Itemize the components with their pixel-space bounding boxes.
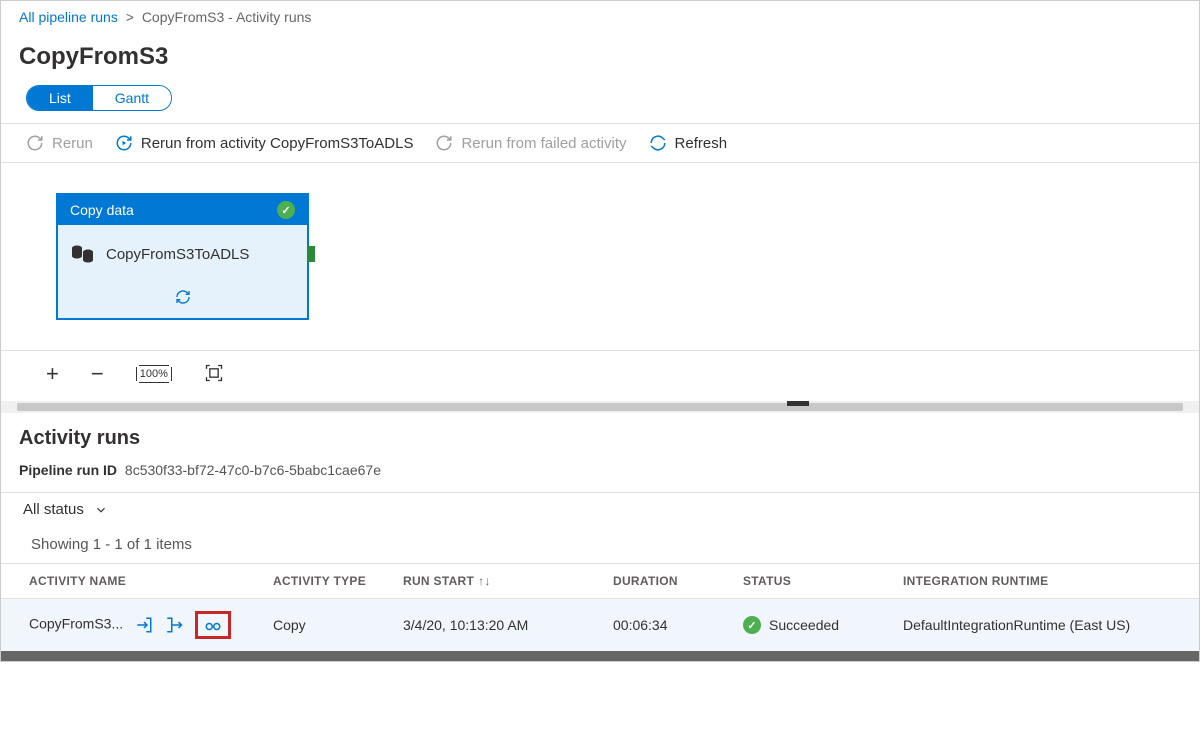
activity-card-header: Copy data ✓ xyxy=(58,195,307,225)
col-activity-type[interactable]: ACTIVITY TYPE xyxy=(261,564,391,599)
activity-card-body: CopyFromS3ToADLS xyxy=(58,225,307,283)
status-success-icon: ✓ xyxy=(743,616,761,634)
zoom-out-button[interactable]: − xyxy=(91,361,104,387)
col-activity-name[interactable]: ACTIVITY NAME xyxy=(1,564,261,599)
activity-name-text: CopyFromS3... xyxy=(29,616,123,632)
page-title: CopyFromS3 xyxy=(1,33,1199,85)
zoom-fit-button[interactable] xyxy=(204,363,224,386)
table-row[interactable]: CopyFromS3... Copy 3/4/20, 10:13:20 AM 0… xyxy=(1,599,1199,652)
rerun-failed-icon xyxy=(435,134,453,152)
status-filter-label: All status xyxy=(23,501,84,518)
breadcrumb-current: CopyFromS3 - Activity runs xyxy=(142,9,312,25)
rerun-icon xyxy=(26,134,44,152)
refresh-icon xyxy=(649,134,667,152)
view-toggle-list[interactable]: List xyxy=(27,86,93,110)
activity-card[interactable]: Copy data ✓ CopyFromS3ToADLS xyxy=(56,193,309,320)
rerun-label: Rerun xyxy=(52,135,93,152)
view-toggle-gantt[interactable]: Gantt xyxy=(93,86,171,110)
activity-type-label: Copy data xyxy=(70,202,134,218)
refresh-button[interactable]: Refresh xyxy=(649,134,728,152)
toolbar: Rerun Rerun from activity CopyFromS3ToAD… xyxy=(1,123,1199,163)
rerun-failed-label: Rerun from failed activity xyxy=(461,135,626,152)
cell-run-start: 3/4/20, 10:13:20 AM xyxy=(391,599,601,652)
run-id-value: 8c530f33-bf72-47c0-b7c6-5babc1cae67e xyxy=(125,462,381,478)
rerun-from-label: Rerun from activity CopyFromS3ToADLS xyxy=(141,135,414,152)
breadcrumb-separator: > xyxy=(126,9,134,25)
col-integration-runtime[interactable]: INTEGRATION RUNTIME xyxy=(891,564,1199,599)
table-scrollbar[interactable] xyxy=(1,651,1199,661)
output-icon[interactable] xyxy=(165,616,183,634)
chevron-down-icon xyxy=(94,503,108,517)
rerun-button: Rerun xyxy=(26,134,93,152)
cell-integration-runtime: DefaultIntegrationRuntime (East US) xyxy=(891,599,1199,652)
zoom-reset-button[interactable]: 100% xyxy=(136,367,172,381)
table-header-row: ACTIVITY NAME ACTIVITY TYPE RUN START↑↓ … xyxy=(1,564,1199,599)
pipeline-canvas[interactable]: Copy data ✓ CopyFromS3ToADLS xyxy=(1,163,1199,351)
activity-runs-table: ACTIVITY NAME ACTIVITY TYPE RUN START↑↓ … xyxy=(1,563,1199,651)
activity-runs-heading: Activity runs xyxy=(1,413,1199,458)
items-count: Showing 1 - 1 of 1 items xyxy=(1,526,1199,563)
recycle-icon[interactable] xyxy=(173,289,193,305)
view-toggle: List Gantt xyxy=(26,85,172,111)
database-copy-icon xyxy=(70,243,96,265)
pipeline-run-id: Pipeline run ID 8c530f33-bf72-47c0-b7c6-… xyxy=(1,458,1199,492)
run-id-label: Pipeline run ID xyxy=(19,462,117,478)
zoom-controls: + − 100% xyxy=(1,351,1199,401)
zoom-in-button[interactable]: + xyxy=(46,361,59,387)
col-duration[interactable]: DURATION xyxy=(601,564,731,599)
input-icon[interactable] xyxy=(135,616,153,634)
breadcrumb-root[interactable]: All pipeline runs xyxy=(19,9,118,25)
filter-row: All status xyxy=(1,492,1199,526)
canvas-scrollbar[interactable] xyxy=(1,401,1199,413)
rerun-from-icon xyxy=(115,134,133,152)
cell-status: ✓ Succeeded xyxy=(731,599,891,652)
cell-activity-type: Copy xyxy=(261,599,391,652)
glasses-icon xyxy=(204,616,222,634)
details-glasses-highlighted[interactable] xyxy=(195,611,231,639)
cell-duration: 00:06:34 xyxy=(601,599,731,652)
activity-card-footer xyxy=(58,283,307,318)
refresh-label: Refresh xyxy=(675,135,728,152)
rerun-from-activity-button[interactable]: Rerun from activity CopyFromS3ToADLS xyxy=(115,134,414,152)
rerun-failed-button: Rerun from failed activity xyxy=(435,134,626,152)
col-status[interactable]: STATUS xyxy=(731,564,891,599)
status-filter-dropdown[interactable]: All status xyxy=(23,501,108,518)
col-run-start[interactable]: RUN START↑↓ xyxy=(391,564,601,599)
success-check-icon: ✓ xyxy=(277,201,295,219)
status-text: Succeeded xyxy=(769,617,839,633)
cell-activity-name: CopyFromS3... xyxy=(1,599,261,652)
output-connector[interactable] xyxy=(307,246,315,262)
breadcrumb: All pipeline runs > CopyFromS3 - Activit… xyxy=(1,1,1199,33)
activity-name-label: CopyFromS3ToADLS xyxy=(106,246,249,263)
sort-icon: ↑↓ xyxy=(478,574,491,588)
